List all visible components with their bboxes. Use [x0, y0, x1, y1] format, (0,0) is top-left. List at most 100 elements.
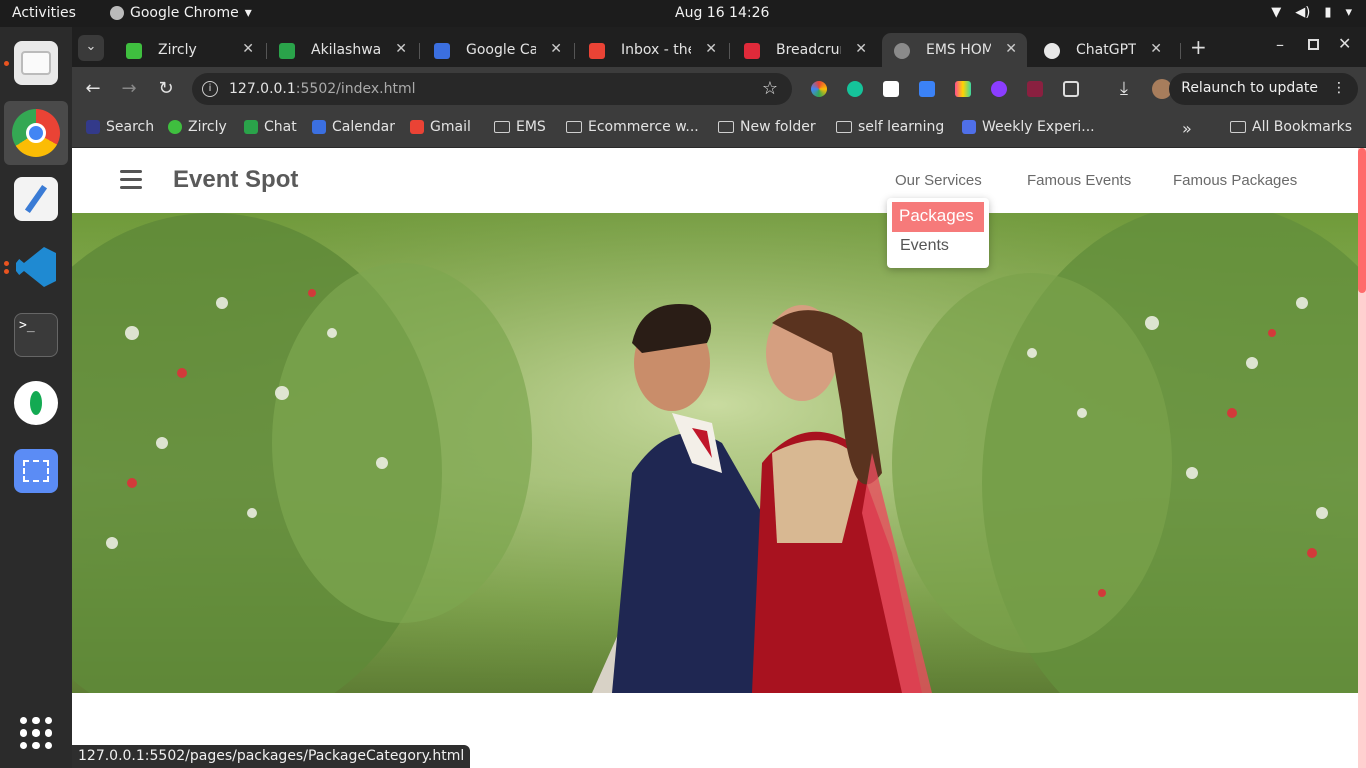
chrome-icon [12, 109, 60, 157]
dropdown-item-events[interactable]: Events [900, 237, 949, 255]
folder-icon [1230, 121, 1246, 133]
chatgpt-icon [1044, 43, 1060, 59]
text-extension-icon[interactable] [883, 81, 899, 97]
bookmark-10[interactable]: Weekly Experi... [962, 119, 1095, 135]
bookmark-4[interactable]: Calendar [312, 119, 395, 135]
folder-icon [836, 121, 852, 133]
tab-title: Breadcrumb [776, 42, 841, 58]
bookmark-5[interactable]: Gmail [410, 119, 471, 135]
purple-extension-icon[interactable] [991, 81, 1007, 97]
bookmarks-bar: Search Zircly Chat Calendar Gmail EMS Ecommerc… [72, 111, 1366, 148]
close-tab-icon[interactable]: ✕ [395, 41, 407, 57]
services-dropdown: Packages Events [887, 198, 989, 268]
all-bookmarks-button[interactable]: All Bookmarks [1230, 119, 1352, 135]
zircly-icon [126, 43, 142, 59]
bookmark-label: self learning [858, 119, 945, 135]
wedding-couple-photo [72, 213, 1358, 693]
back-button[interactable]: ← [82, 78, 104, 99]
minimize-button[interactable]: – [1276, 35, 1284, 54]
chrome-small-icon [110, 6, 124, 20]
gmail-icon [589, 43, 605, 59]
running-indicator [4, 261, 9, 266]
address-bar[interactable]: i 127.0.0.1:5502/index.html ☆ [192, 73, 792, 105]
reload-button[interactable]: ↻ [155, 78, 177, 99]
grammarly-extension-icon[interactable] [847, 81, 863, 97]
files-icon[interactable] [14, 41, 58, 85]
site-info-icon[interactable]: i [202, 81, 218, 97]
tab-title: Inbox - thee [621, 42, 691, 58]
bookmark-star-icon[interactable]: ☆ [762, 78, 778, 99]
running-indicator [4, 269, 9, 274]
close-tab-icon[interactable]: ✕ [242, 41, 254, 57]
nav-famous-packages[interactable]: Famous Packages [1173, 172, 1297, 189]
all-bookmarks-label: All Bookmarks [1252, 119, 1353, 135]
forward-button[interactable]: → [118, 78, 140, 99]
clock[interactable]: Aug 16 14:26 [675, 5, 769, 21]
fi-extension-icon[interactable] [919, 81, 935, 97]
mongodb-compass-icon[interactable] [14, 381, 58, 425]
tab-separator [1180, 43, 1181, 59]
tab-6[interactable]: EMS HOME ✕ [882, 33, 1027, 67]
zircly-icon [168, 120, 182, 134]
dropdown-item-packages[interactable]: Packages [892, 202, 984, 232]
battery-icon: ▮ [1324, 5, 1332, 20]
nav-famous-events[interactable]: Famous Events [1027, 172, 1131, 189]
calendar-icon [312, 120, 326, 134]
bookmark-7[interactable]: Ecommerce w... [566, 119, 699, 135]
bookmark-label: Zircly [188, 119, 227, 135]
tab-7[interactable]: ChatGPT ✕ [1032, 33, 1172, 67]
bookmark-3[interactable]: Chat [244, 119, 297, 135]
tab-2[interactable]: Akilashwarr ✕ [267, 33, 417, 67]
download-icon[interactable]: ⤓ [1113, 78, 1135, 99]
tab-1[interactable]: Zircly ✕ [114, 33, 264, 67]
bookmark-2[interactable]: Zircly [168, 119, 227, 135]
page-scrollbar[interactable] [1358, 148, 1366, 768]
bookmark-label: Gmail [430, 119, 471, 135]
tab-search-button[interactable]: ⌄ [78, 35, 104, 61]
color-picker-extension-icon[interactable] [811, 81, 827, 97]
tab-3[interactable]: Google Cale ✕ [422, 33, 572, 67]
close-tab-icon[interactable]: ✕ [1150, 41, 1162, 57]
site-brand[interactable]: Event Spot [173, 166, 298, 194]
extensions-puzzle-icon[interactable] [1063, 81, 1079, 97]
bookmark-6[interactable]: EMS [494, 119, 546, 135]
screenshot-icon[interactable] [14, 449, 58, 493]
tab-4[interactable]: Inbox - thee ✕ [577, 33, 727, 67]
bookmark-9[interactable]: self learning [836, 119, 944, 135]
scrollbar-thumb[interactable] [1358, 148, 1366, 293]
tab-5[interactable]: Breadcrumb ✕ [732, 33, 877, 67]
close-tab-icon[interactable]: ✕ [550, 41, 562, 57]
folder-icon [718, 121, 734, 133]
bookmark-1[interactable]: Search [86, 119, 154, 135]
relaunch-button[interactable]: Relaunch to update ⋮ [1169, 73, 1358, 105]
s-icon [744, 43, 760, 59]
red-extension-icon[interactable] [1027, 81, 1043, 97]
app-menu[interactable]: Google Chrome ▾ [110, 5, 252, 21]
vscode-icon[interactable] [14, 245, 58, 289]
new-tab-button[interactable]: + [1190, 35, 1207, 59]
close-window-button[interactable]: ✕ [1338, 34, 1351, 53]
hamburger-menu-icon[interactable] [120, 170, 142, 190]
kebab-menu-icon[interactable]: ⋮ [1332, 80, 1346, 98]
close-tab-icon[interactable]: ✕ [705, 41, 717, 57]
chrome-dock-item[interactable] [4, 101, 68, 165]
volume-icon: ◀) [1295, 5, 1311, 20]
activities-button[interactable]: Activities [12, 5, 76, 21]
running-indicator [4, 61, 9, 66]
bookmark-label: Chat [264, 119, 297, 135]
nav-our-services[interactable]: Our Services [895, 172, 982, 189]
relaunch-label: Relaunch to update [1181, 80, 1318, 96]
web-page: Event Spot Our Services Famous Events Fa… [72, 148, 1366, 768]
more-bookmarks-icon[interactable]: » [1182, 119, 1192, 138]
browser-toolbar: ← → ↻ i 127.0.0.1:5502/index.html ☆ ⤓ Re… [72, 67, 1366, 111]
bookmark-8[interactable]: New folder [718, 119, 816, 135]
maximize-button[interactable] [1308, 39, 1319, 50]
text-editor-icon[interactable] [14, 177, 58, 221]
show-apps-icon[interactable] [20, 717, 52, 749]
terminal-icon[interactable]: >_ [14, 313, 58, 357]
system-tray[interactable]: ▼ ◀) ▮ ▾ [1271, 5, 1352, 20]
chat-icon [279, 43, 295, 59]
close-tab-icon[interactable]: ✕ [1005, 41, 1017, 57]
heart-extension-icon[interactable] [955, 81, 971, 97]
close-tab-icon[interactable]: ✕ [855, 41, 867, 57]
